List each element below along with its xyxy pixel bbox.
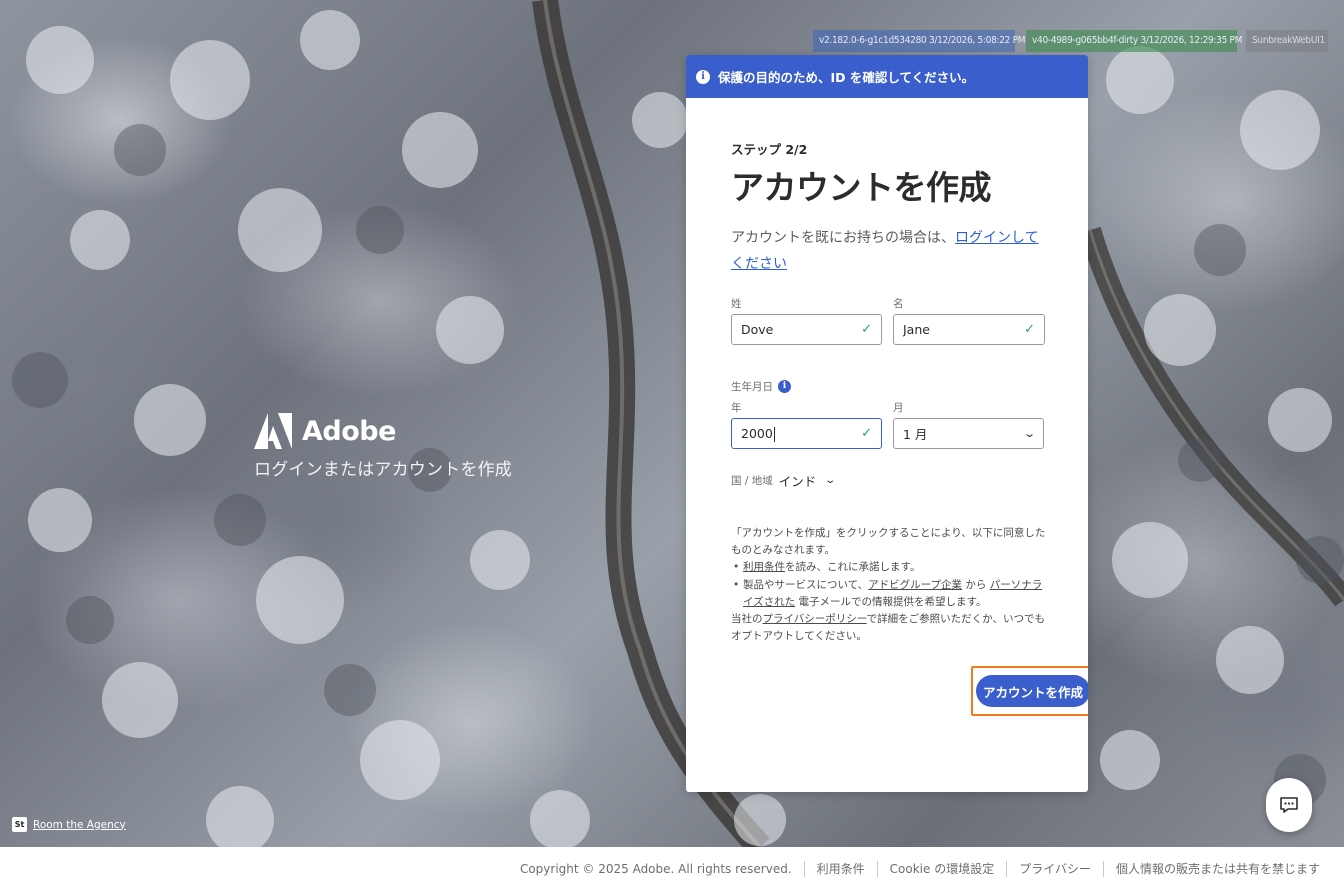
year-field[interactable]: 2000 ✓	[731, 418, 882, 449]
identity-banner: i 保護の目的のため、ID を確認してください。	[686, 55, 1088, 98]
chat-icon	[1280, 797, 1298, 813]
year-value: 2000	[741, 425, 775, 442]
footer-divider	[803, 860, 805, 877]
agency-logo-icon: St	[12, 817, 27, 832]
brand-name: Adobe	[302, 415, 396, 447]
background-forest-image	[0, 0, 1344, 847]
footer-divider	[1102, 860, 1104, 877]
adobe-a-icon	[254, 413, 292, 449]
month-label: 月	[893, 402, 904, 414]
footer-link-terms[interactable]: 利用条件	[817, 860, 865, 877]
signup-card: i 保護の目的のため、ID を確認してください。 ステップ 2/2 アカウントを…	[686, 55, 1088, 792]
adobe-group-link[interactable]: アドビグループ企業	[868, 579, 962, 591]
legal-list: 利用条件を読み、これに承諾します。 製品やサービスについて、アドビグループ企業 …	[731, 559, 1047, 611]
dob-label-text: 生年月日	[731, 381, 773, 393]
brand-block: Adobe ログインまたはアカウントを作成	[254, 413, 512, 480]
brand-tagline: ログインまたはアカウントを作成	[254, 460, 512, 480]
signin-prompt: アカウントを既にお持ちの場合は、ログインしてください	[731, 225, 1049, 277]
last-name-value: Dove	[741, 322, 774, 337]
privacy-policy-link[interactable]: プライバシーポリシー	[763, 613, 867, 625]
footer-divider	[876, 860, 878, 877]
legal-text: を読み、これに承諾します。	[785, 561, 921, 574]
last-name-field[interactable]: Dove ✓	[731, 314, 882, 345]
checkmark-icon: ✓	[861, 322, 872, 337]
chevron-down-icon: ⌄	[1022, 427, 1036, 440]
country-selector[interactable]: 国 / 地域 インド ⌄	[731, 471, 837, 490]
banner-text: 保護の目的のため、ID を確認してください。	[718, 70, 975, 85]
country-value: インド	[778, 474, 817, 489]
footer: Copyright © 2025 Adobe. All rights reser…	[0, 847, 1344, 890]
signin-prefix: アカウントを既にお持ちの場合は、	[731, 230, 955, 246]
legal-text: 製品やサービスについて、	[743, 578, 869, 591]
create-account-button[interactable]: アカウントを作成	[976, 675, 1088, 707]
legal-text: 当社の	[731, 613, 763, 626]
checkmark-icon: ✓	[861, 426, 872, 441]
legal-intro: 「アカウントを作成」をクリックすることにより、以下に同意したものとみなされます。	[731, 527, 1046, 557]
checkmark-icon: ✓	[1024, 322, 1035, 337]
legal-outro: 当社のプライバシーポリシーで詳細をご参照いただくか、いつでもオプトアウトしてくだ…	[731, 611, 1047, 645]
copyright-text: Copyright © 2025 Adobe. All rights reser…	[519, 861, 792, 876]
first-name-value: Jane	[903, 322, 930, 337]
footer-link-cookie[interactable]: Cookie の環境設定	[890, 860, 995, 877]
adobe-logo: Adobe	[254, 413, 512, 449]
agency-link[interactable]: Room the Agency	[33, 819, 126, 831]
footer-link-do-not-sell[interactable]: 個人情報の販売または共有を禁じます	[1116, 860, 1320, 877]
focus-outline: アカウントを作成	[971, 666, 1088, 716]
first-name-label: 名	[893, 298, 904, 310]
last-name-label: 姓	[731, 298, 742, 310]
chat-button[interactable]	[1266, 778, 1312, 832]
first-name-field[interactable]: Jane ✓	[893, 314, 1045, 345]
terms-link[interactable]: 利用条件	[743, 561, 785, 573]
road-illustration	[12, 0, 1344, 847]
legal-consent: 「アカウントを作成」をクリックすることにより、以下に同意したものとみなされます。…	[731, 525, 1047, 645]
build-version-badge: v40-4989-g065bb4f-dirty 3/12/2026, 12:29…	[1026, 30, 1242, 52]
agency-credit: St Room the Agency	[12, 817, 126, 832]
build-env-badge: SunbreakWebUI1	[1246, 30, 1328, 52]
month-value: 1 月	[903, 427, 928, 442]
legal-text: 電子メールでの情報提供を希望します。	[795, 595, 987, 608]
build-version-badge: v2.182.0-6-g1c1d534280 3/12/2026, 5:08:2…	[813, 30, 1026, 52]
text-caret	[773, 426, 775, 442]
footer-divider	[1006, 860, 1008, 877]
year-label: 年	[731, 402, 742, 414]
chevron-down-icon: ⌄	[824, 475, 837, 486]
legal-item-marketing: 製品やサービスについて、アドビグループ企業 から パーソナライズされた 電子メー…	[731, 577, 1047, 611]
info-icon[interactable]: i	[778, 380, 791, 393]
legal-text: から	[962, 578, 990, 591]
country-label: 国 / 地域	[731, 475, 773, 487]
month-select[interactable]: 1 月 ⌄	[893, 418, 1044, 449]
footer-link-privacy[interactable]: プライバシー	[1019, 860, 1091, 877]
step-indicator: ステップ 2/2	[731, 142, 808, 157]
dob-label: 生年月日 i	[731, 379, 791, 394]
legal-item-terms: 利用条件を読み、これに承諾します。	[731, 559, 1047, 576]
info-icon: i	[696, 69, 710, 84]
page-title: アカウントを作成	[731, 168, 992, 207]
